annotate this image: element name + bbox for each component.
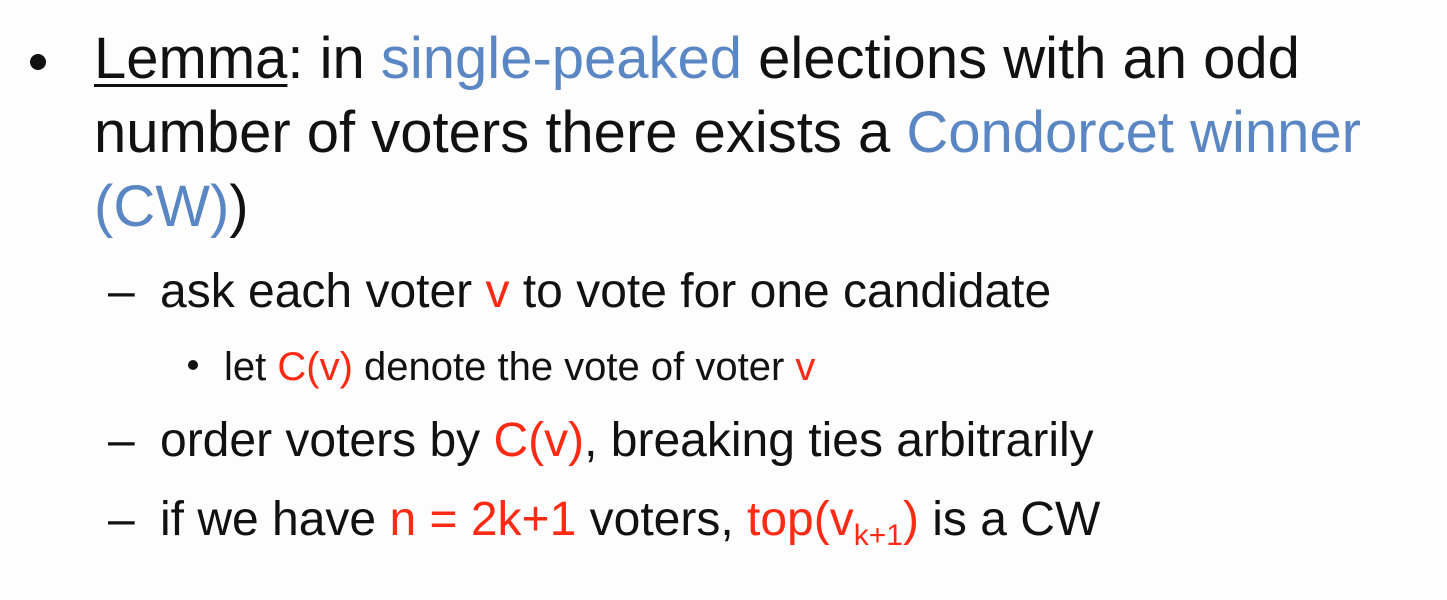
lemma-colon: : in bbox=[287, 26, 381, 91]
cv-term: C(v) bbox=[493, 414, 585, 467]
bullet-dot bbox=[30, 54, 46, 70]
sub-bullet-text-end: is a CW bbox=[918, 493, 1101, 546]
dash-marker: – bbox=[108, 493, 135, 546]
sub-sub-text-mid: denote the vote of voter bbox=[352, 345, 796, 389]
sub-bullet-ask-voter: – ask each voter v to vote for one candid… bbox=[108, 262, 1051, 322]
sub-bullet-text: ask each voter bbox=[160, 265, 486, 318]
sub-bullet-text-end: to vote for one candidate bbox=[509, 265, 1052, 318]
single-peaked-term: single-peaked bbox=[380, 26, 743, 91]
top-v-expression: top(vk+1) bbox=[747, 493, 919, 552]
top-v-subscript: k+1 bbox=[853, 519, 903, 552]
lemma-text: Lemma: in single-peaked elections with a… bbox=[94, 22, 1414, 244]
n-equation: n = 2k+1 bbox=[389, 493, 577, 546]
cv-term: C(v) bbox=[277, 345, 353, 389]
dash-marker: – bbox=[108, 414, 135, 467]
voter-v: v bbox=[795, 345, 816, 389]
lemma-label: Lemma bbox=[94, 26, 288, 91]
bullet-dot-small bbox=[188, 360, 198, 371]
dash-marker: – bbox=[108, 265, 135, 318]
sub-bullet-text-mid: voters, bbox=[576, 493, 747, 546]
sub-bullet-text: order voters by bbox=[160, 414, 494, 467]
top-v-prefix: top(v bbox=[747, 493, 854, 546]
sub-bullet-order-voters: – order voters by C(v), breaking ties arb… bbox=[108, 411, 1094, 471]
sub-bullet-text-end: , breaking ties arbitrarily bbox=[584, 414, 1094, 467]
sub-bullet-text: if we have bbox=[160, 493, 390, 546]
slide: Lemma: in single-peaked elections with a… bbox=[0, 0, 1447, 600]
sub-sub-bullet-let-cv: let C(v) denote the vote of voter v bbox=[188, 342, 815, 392]
voter-v: v bbox=[485, 265, 510, 318]
sub-bullet-n-voters: – if we have n = 2k+1 voters, top(vk+1) i… bbox=[108, 490, 1100, 566]
top-v-suffix: ) bbox=[902, 493, 919, 546]
sub-sub-text: let bbox=[224, 345, 278, 389]
lemma-close-paren: ) bbox=[229, 174, 249, 239]
